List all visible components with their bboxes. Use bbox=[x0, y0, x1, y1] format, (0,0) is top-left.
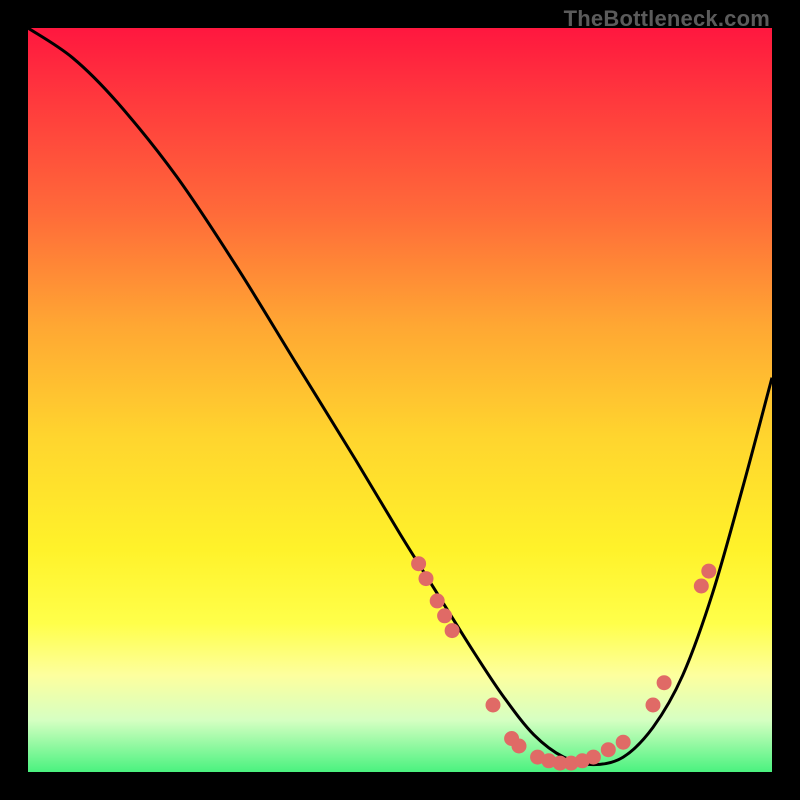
data-marker bbox=[419, 571, 434, 586]
curve-markers bbox=[411, 556, 716, 770]
data-marker bbox=[437, 608, 452, 623]
data-marker bbox=[411, 556, 426, 571]
data-marker bbox=[616, 735, 631, 750]
data-marker bbox=[586, 750, 601, 765]
data-marker bbox=[701, 564, 716, 579]
data-marker bbox=[430, 593, 445, 608]
data-marker bbox=[601, 742, 616, 757]
data-marker bbox=[646, 698, 661, 713]
chart-svg bbox=[28, 28, 772, 772]
data-marker bbox=[445, 623, 460, 638]
data-marker bbox=[512, 739, 527, 754]
curve-path bbox=[28, 28, 772, 765]
data-marker bbox=[657, 675, 672, 690]
data-marker bbox=[694, 579, 709, 594]
data-marker bbox=[486, 698, 501, 713]
